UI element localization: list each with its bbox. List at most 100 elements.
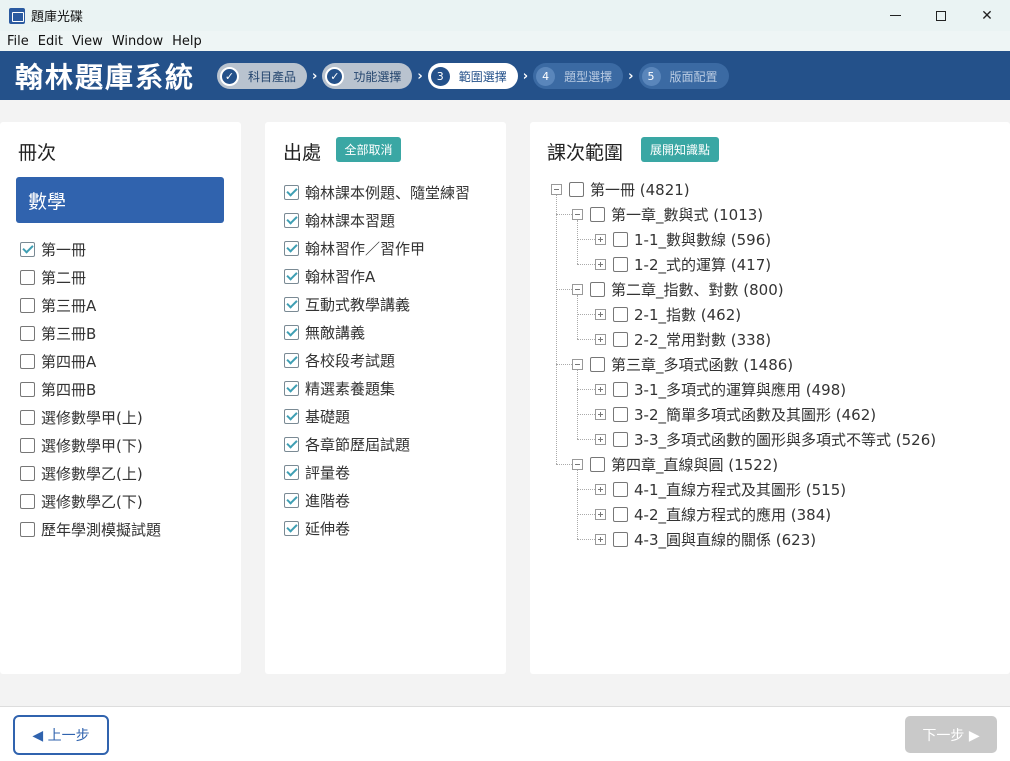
collapse-icon[interactable] <box>572 283 583 295</box>
source-item[interactable]: 各校段考試題 <box>284 346 470 374</box>
source-item[interactable]: 各章節歷屆試題 <box>284 430 470 458</box>
checkbox[interactable] <box>20 409 35 425</box>
collapse-icon[interactable] <box>572 358 583 370</box>
source-item[interactable]: 翰林課本例題、隨堂練習 <box>284 178 470 206</box>
checkbox[interactable] <box>20 325 35 341</box>
checkbox[interactable] <box>284 184 299 200</box>
checkbox[interactable] <box>590 281 605 297</box>
expand-icon[interactable] <box>595 383 606 395</box>
checkbox[interactable] <box>20 437 35 453</box>
checkbox[interactable] <box>590 206 605 222</box>
tree-node[interactable]: 1-1_數與數線 (596) <box>595 229 771 249</box>
checkbox[interactable] <box>590 456 605 472</box>
checkbox[interactable] <box>284 380 299 396</box>
checkbox[interactable] <box>613 331 628 347</box>
collapse-icon[interactable] <box>551 183 562 195</box>
expand-icon[interactable] <box>595 233 606 245</box>
expand-icon[interactable] <box>595 308 606 320</box>
tree-node[interactable]: 4-2_直線方程式的應用 (384) <box>595 504 831 524</box>
expand-icon[interactable] <box>595 433 606 445</box>
checkbox[interactable] <box>613 506 628 522</box>
tree-node[interactable]: 第二章_指數、對數 (800) <box>572 279 784 299</box>
tree-node[interactable]: 第四章_直線與圓 (1522) <box>572 454 778 474</box>
checkbox[interactable] <box>613 431 628 447</box>
checkbox[interactable] <box>20 269 35 285</box>
tree-node[interactable]: 3-2_簡單多項式函數及其圖形 (462) <box>595 404 876 424</box>
tree-node[interactable]: 3-3_多項式函數的圖形與多項式不等式 (526) <box>595 429 936 449</box>
volume-item[interactable]: 第四冊B <box>20 375 161 403</box>
expand-icon[interactable] <box>595 333 606 345</box>
step-1[interactable]: ✓ 科目產品 <box>217 63 308 89</box>
checkbox[interactable] <box>20 353 35 369</box>
checkbox[interactable] <box>20 381 35 397</box>
checkbox[interactable] <box>20 465 35 481</box>
volume-item[interactable]: 第三冊A <box>20 291 161 319</box>
checkbox[interactable] <box>20 241 35 257</box>
checkbox[interactable] <box>613 231 628 247</box>
volume-item[interactable]: 第一冊 <box>20 235 161 263</box>
checkbox[interactable] <box>284 520 299 536</box>
volume-item[interactable]: 選修數學甲(上) <box>20 403 161 431</box>
checkbox[interactable] <box>590 356 605 372</box>
checkbox[interactable] <box>20 493 35 509</box>
source-item[interactable]: 翰林習作A <box>284 262 470 290</box>
volume-item[interactable]: 歷年學測模擬試題 <box>20 515 161 543</box>
checkbox[interactable] <box>284 296 299 312</box>
collapse-icon[interactable] <box>572 458 583 470</box>
menu-view[interactable]: View <box>72 34 103 49</box>
checkbox[interactable] <box>613 406 628 422</box>
collapse-icon[interactable] <box>572 208 583 220</box>
expand-icon[interactable] <box>595 483 606 495</box>
source-item[interactable]: 互動式教學講義 <box>284 290 470 318</box>
menu-help[interactable]: Help <box>172 34 202 49</box>
checkbox[interactable] <box>613 531 628 547</box>
volume-item[interactable]: 第二冊 <box>20 263 161 291</box>
volume-item[interactable]: 選修數學乙(上) <box>20 459 161 487</box>
source-item[interactable]: 基礎題 <box>284 402 470 430</box>
expand-icon[interactable] <box>595 258 606 270</box>
tree-node[interactable]: 2-2_常用對數 (338) <box>595 329 771 349</box>
checkbox[interactable] <box>20 521 35 537</box>
checkbox[interactable] <box>284 268 299 284</box>
checkbox[interactable] <box>284 492 299 508</box>
volume-item[interactable]: 選修數學甲(下) <box>20 431 161 459</box>
tree-node[interactable]: 1-2_式的運算 (417) <box>595 254 771 274</box>
next-step-button[interactable]: 下一步 ▶ <box>905 716 997 753</box>
close-button[interactable]: ✕ <box>964 0 1010 31</box>
checkbox[interactable] <box>284 212 299 228</box>
checkbox[interactable] <box>284 324 299 340</box>
source-item[interactable]: 翰林習作／習作甲 <box>284 234 470 262</box>
checkbox[interactable] <box>284 436 299 452</box>
expand-icon[interactable] <box>595 508 606 520</box>
volume-item[interactable]: 第四冊A <box>20 347 161 375</box>
checkbox[interactable] <box>284 240 299 256</box>
minimize-button[interactable] <box>872 0 918 31</box>
checkbox[interactable] <box>284 464 299 480</box>
source-item[interactable]: 延伸卷 <box>284 514 470 542</box>
expand-icon[interactable] <box>595 533 606 545</box>
step-4[interactable]: 4 題型選擇 <box>533 63 624 89</box>
tree-node[interactable]: 第三章_多項式函數 (1486) <box>572 354 793 374</box>
source-item[interactable]: 無敵講義 <box>284 318 470 346</box>
volume-item[interactable]: 第三冊B <box>20 319 161 347</box>
tree-node[interactable]: 4-1_直線方程式及其圖形 (515) <box>595 479 846 499</box>
tree-node[interactable]: 3-1_多項式的運算與應用 (498) <box>595 379 846 399</box>
expand-icon[interactable] <box>595 408 606 420</box>
deselect-all-button[interactable]: 全部取消 <box>336 137 401 162</box>
menu-edit[interactable]: Edit <box>38 34 63 49</box>
checkbox[interactable] <box>284 408 299 424</box>
source-item[interactable]: 精選素養題集 <box>284 374 470 402</box>
step-3[interactable]: 3 範圍選擇 <box>427 63 518 89</box>
checkbox[interactable] <box>613 256 628 272</box>
step-2[interactable]: ✓ 功能選擇 <box>322 63 413 89</box>
checkbox[interactable] <box>20 297 35 313</box>
tree-node[interactable]: 4-3_圓與直線的關係 (623) <box>595 529 816 549</box>
source-item[interactable]: 評量卷 <box>284 458 470 486</box>
source-item[interactable]: 翰林課本習題 <box>284 206 470 234</box>
menu-window[interactable]: Window <box>112 34 163 49</box>
checkbox[interactable] <box>569 181 584 197</box>
tree-node[interactable]: 第一章_數與式 (1013) <box>572 204 763 224</box>
previous-step-button[interactable]: ◀ 上一步 <box>13 715 109 755</box>
tree-node[interactable]: 第一冊 (4821) <box>551 179 690 199</box>
menu-file[interactable]: File <box>7 34 29 49</box>
